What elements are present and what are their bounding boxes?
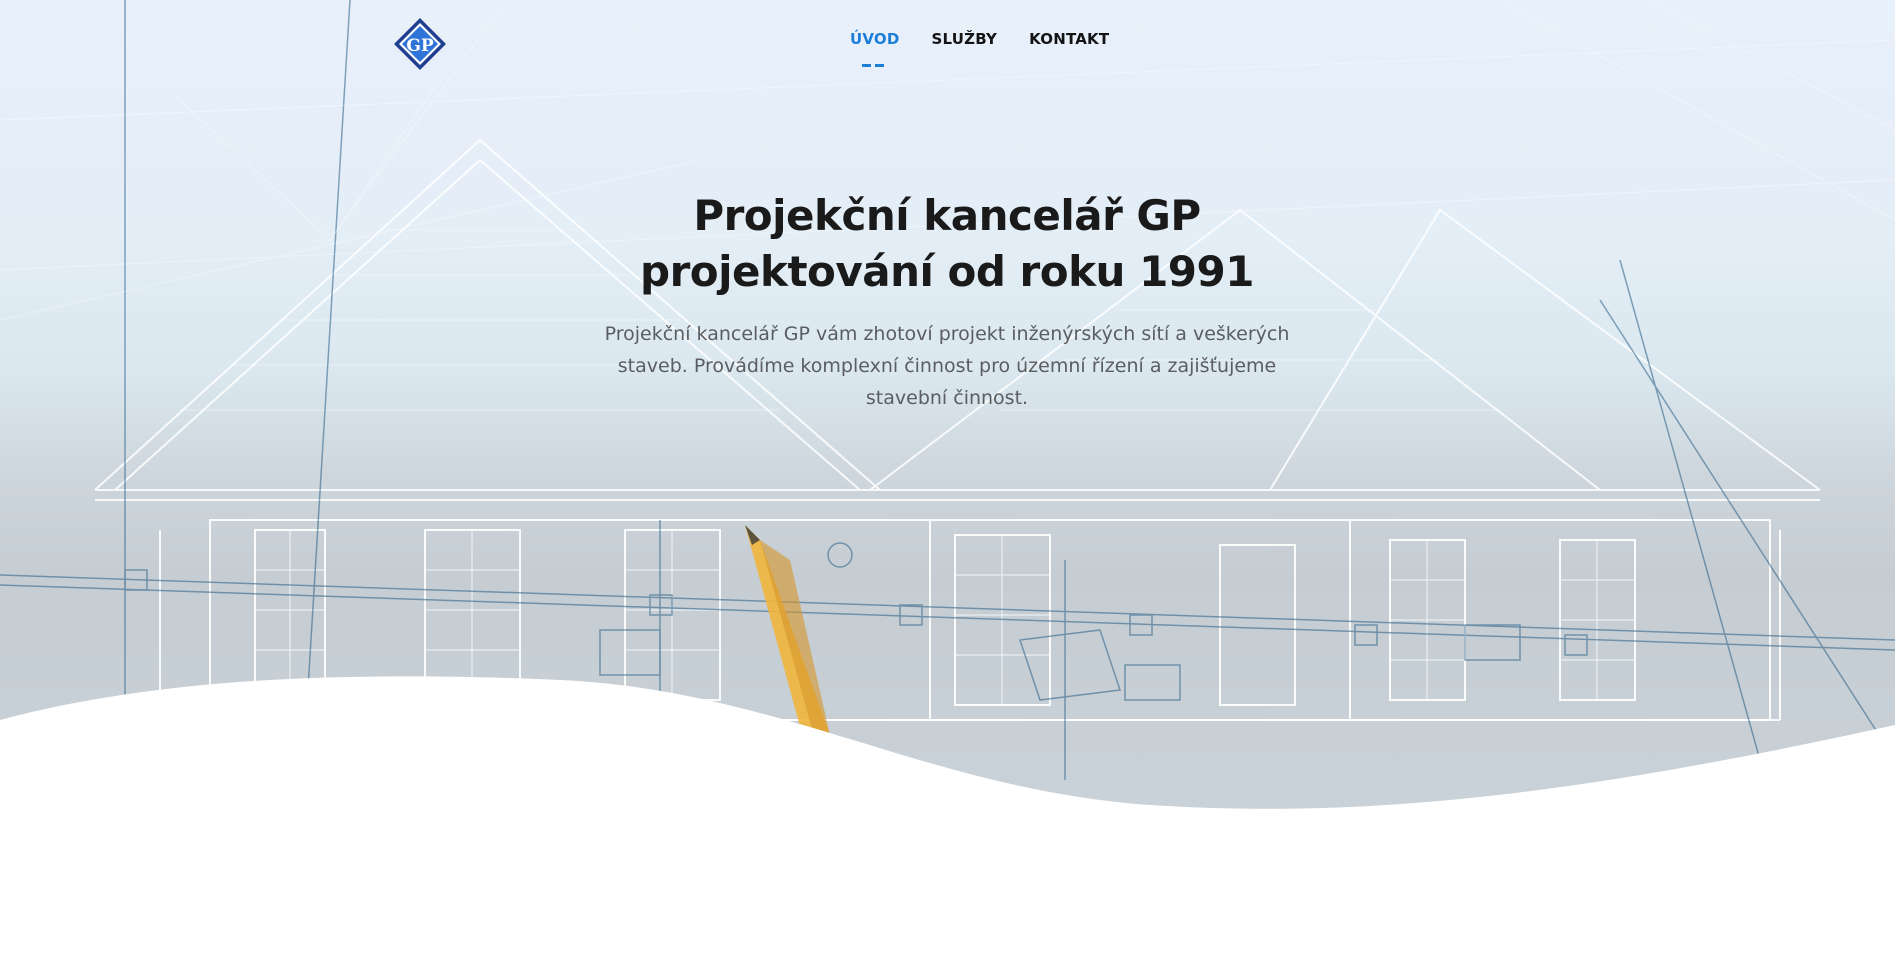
hero-content: Projekční kancelář GP projektování od ro… — [547, 188, 1347, 414]
gp-logo[interactable]: GP — [393, 17, 447, 71]
wave-divider — [0, 676, 1895, 962]
hero-title-line2: projektování od roku 1991 — [640, 247, 1254, 296]
page: GP ÚVOD SLUŽBY KONTAKT Projekční kancelá… — [0, 0, 1895, 962]
nav-item-kontakt[interactable]: KONTAKT — [1029, 30, 1109, 48]
nav-item-label: KONTAKT — [1029, 30, 1110, 48]
active-indicator — [862, 64, 884, 67]
main-nav: ÚVOD SLUŽBY KONTAKT — [850, 30, 1109, 67]
logo-text: GP — [406, 36, 434, 56]
nav-item-sluzby[interactable]: SLUŽBY — [932, 30, 998, 48]
hero-title: Projekční kancelář GP projektování od ro… — [547, 188, 1347, 300]
hero-description: Projekční kancelář GP vám zhotoví projek… — [604, 323, 1290, 409]
nav-item-uvod[interactable]: ÚVOD — [850, 30, 900, 67]
nav-item-label: ÚVOD — [850, 30, 900, 48]
hero-title-line1: Projekční kancelář GP — [693, 191, 1201, 240]
nav-item-label: SLUŽBY — [931, 30, 998, 48]
